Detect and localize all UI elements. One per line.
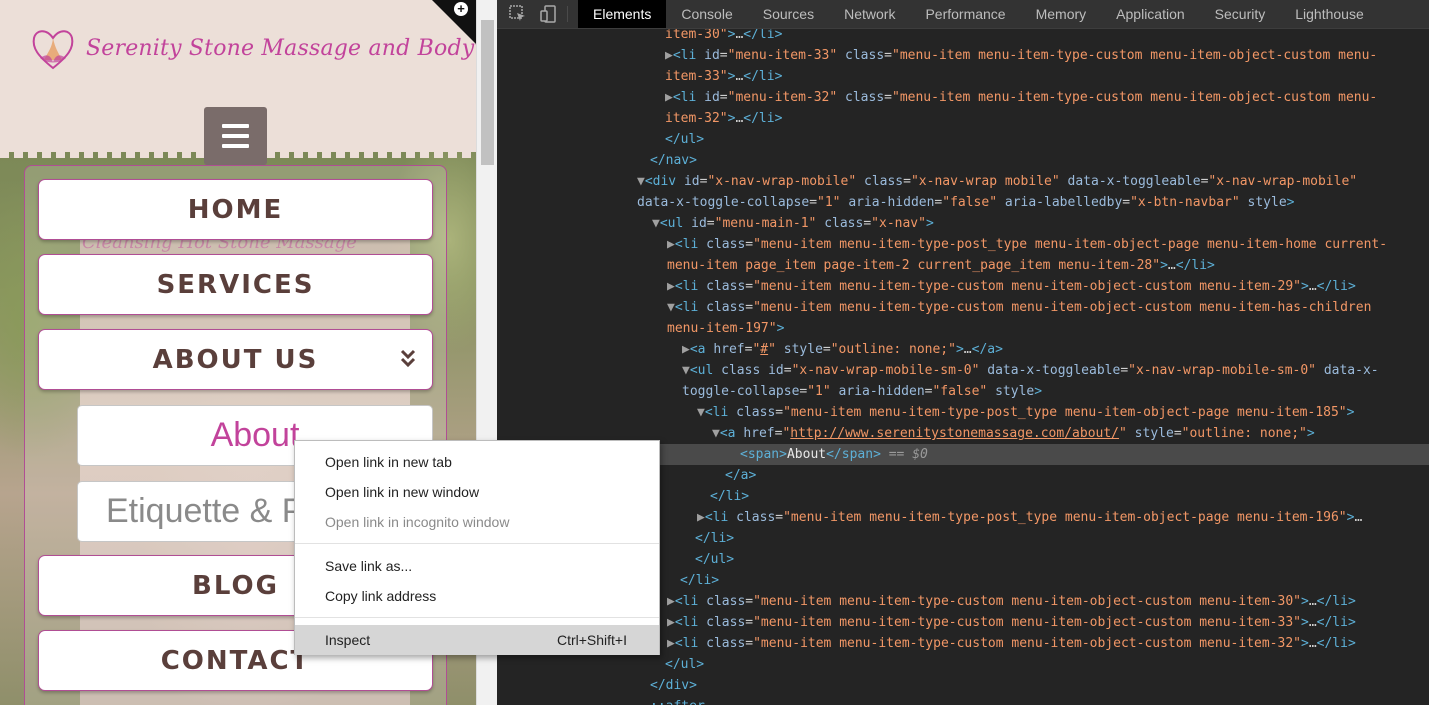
- dom-node[interactable]: ▼<a href="http://www.serenitystonemassag…: [712, 423, 1429, 444]
- dom-node-cont: item-33">…</li>: [665, 69, 783, 84]
- dom-node[interactable]: </a>: [725, 465, 1429, 486]
- nav-item-home[interactable]: HOME: [38, 179, 433, 240]
- dom-node[interactable]: ▼<ul id="menu-main-1" class="x-nav">: [652, 213, 1429, 234]
- dom-node[interactable]: </ul>: [665, 654, 1429, 675]
- site-logo[interactable]: Serenity Stone Massage and Bodywork: [30, 24, 476, 72]
- dom-node[interactable]: ▶<li class="menu-item menu-item-type-cus…: [667, 591, 1429, 612]
- menu-toggle-button[interactable]: [204, 107, 267, 165]
- ctx-label: Save link as...: [325, 558, 413, 574]
- dom-node[interactable]: ▶<li class="menu-item menu-item-type-cus…: [667, 612, 1429, 633]
- dom-node[interactable]: ▶<li class="menu-item menu-item-type-pos…: [667, 234, 1429, 255]
- tab-elements[interactable]: Elements: [578, 0, 667, 28]
- nav-label: SERVICES: [156, 269, 315, 300]
- dom-node[interactable]: ▶<li class="menu-item menu-item-type-cus…: [667, 276, 1429, 297]
- dom-node[interactable]: </li>: [680, 570, 1429, 591]
- ctx-label: Open link in incognito window: [325, 514, 510, 530]
- context-menu: Open link in new tab Open link in new wi…: [294, 440, 660, 655]
- inspect-element-icon[interactable]: [503, 0, 533, 28]
- devtools-toolbar: Elements Console Sources Network Perform…: [497, 0, 1429, 29]
- subnav-label: About: [210, 416, 300, 454]
- tab-lighthouse[interactable]: Lighthouse: [1280, 0, 1379, 28]
- dom-node[interactable]: ▼<ul class id="x-nav-wrap-mobile-sm-0" d…: [682, 360, 1429, 381]
- nav-label: ABOUT US: [152, 344, 319, 375]
- heart-lotus-logo-icon: [32, 30, 74, 70]
- dom-node-cont: menu-item page_item page-item-2 current_…: [667, 258, 1215, 273]
- ctx-open-new-window[interactable]: Open link in new window: [295, 477, 659, 507]
- nav-label: CONTACT: [160, 645, 311, 676]
- ctx-save-link[interactable]: Save link as...: [295, 551, 659, 581]
- scrollbar-thumb[interactable]: [481, 20, 494, 165]
- dom-node[interactable]: ▶<li class="menu-item menu-item-type-cus…: [667, 633, 1429, 654]
- ctx-label: Open link in new tab: [325, 454, 452, 470]
- ctx-label: Inspect: [325, 632, 371, 648]
- dom-node[interactable]: </nav>: [650, 150, 1429, 171]
- ctx-label: Open link in new window: [325, 484, 480, 500]
- dom-node[interactable]: ▶<li class="menu-item menu-item-type-pos…: [697, 507, 1429, 528]
- tab-network[interactable]: Network: [829, 0, 910, 28]
- dom-node-cont: toggle-collapse="1" aria-hidden="false" …: [682, 384, 1043, 399]
- tab-application[interactable]: Application: [1101, 0, 1200, 28]
- dom-node[interactable]: </li>: [710, 486, 1429, 507]
- nav-label: BLOG: [192, 570, 279, 601]
- tab-console[interactable]: Console: [666, 0, 747, 28]
- about-url-link[interactable]: http://www.serenitystonemassage.com/abou…: [790, 426, 1119, 441]
- dom-node-cont: menu-item-197">: [667, 321, 785, 336]
- ctx-label: Copy link address: [325, 588, 437, 604]
- hamburger-bar: [222, 124, 249, 128]
- dom-node[interactable]: </div>: [650, 675, 1429, 696]
- toolbar-divider: [567, 6, 568, 22]
- ctx-open-incognito: Open link in incognito window: [295, 507, 659, 537]
- dom-node-cont: data-x-toggle-collapse="1" aria-hidden="…: [637, 195, 1295, 210]
- ctx-open-new-tab[interactable]: Open link in new tab: [295, 447, 659, 477]
- tab-sources[interactable]: Sources: [748, 0, 829, 28]
- tab-memory[interactable]: Memory: [1021, 0, 1102, 28]
- double-chevron-down-icon[interactable]: [400, 348, 416, 368]
- dom-node[interactable]: item-30">…</li>: [665, 29, 1429, 45]
- ctx-separator: [295, 617, 659, 618]
- dom-node[interactable]: </ul>: [695, 549, 1429, 570]
- site-title: Serenity Stone Massage and Bodywork: [86, 35, 476, 61]
- nav-item-about-us[interactable]: ABOUT US: [38, 329, 433, 390]
- nav-label: HOME: [187, 194, 284, 225]
- dom-node[interactable]: ::after: [650, 696, 1429, 705]
- dom-node[interactable]: </li>: [695, 528, 1429, 549]
- ctx-separator: [295, 543, 659, 544]
- ctx-inspect[interactable]: Inspect Ctrl+Shift+I: [295, 625, 659, 655]
- ctx-copy-link[interactable]: Copy link address: [295, 581, 659, 611]
- nav-item-services[interactable]: SERVICES: [38, 254, 433, 315]
- selected-node-text: About: [786, 447, 827, 462]
- device-toolbar-icon[interactable]: [533, 0, 563, 28]
- dom-node[interactable]: ▶<a href="#" style="outline: none;">…</a…: [682, 339, 1429, 360]
- tab-security[interactable]: Security: [1200, 0, 1281, 28]
- hamburger-bar: [222, 144, 249, 148]
- subnav-label: Etiquette & P: [106, 492, 305, 530]
- dom-node[interactable]: ▶<li id="menu-item-32" class="menu-item …: [665, 87, 1429, 108]
- dom-node[interactable]: ▼<li class="menu-item menu-item-type-pos…: [697, 402, 1429, 423]
- dom-node-cont: item-32">…</li>: [665, 111, 783, 126]
- selected-node-marker: == $0: [888, 447, 928, 462]
- dom-node[interactable]: ▶<li id="menu-item-33" class="menu-item …: [665, 45, 1429, 66]
- dom-node[interactable]: </ul>: [665, 129, 1429, 150]
- tab-performance[interactable]: Performance: [910, 0, 1020, 28]
- dom-node[interactable]: ▼<li class="menu-item menu-item-type-cus…: [667, 297, 1429, 318]
- ctx-shortcut: Ctrl+Shift+I: [556, 632, 627, 648]
- plus-icon[interactable]: +: [454, 2, 468, 16]
- dom-node[interactable]: ▼<div id="x-nav-wrap-mobile" class="x-na…: [637, 171, 1429, 192]
- hamburger-bar: [222, 134, 249, 138]
